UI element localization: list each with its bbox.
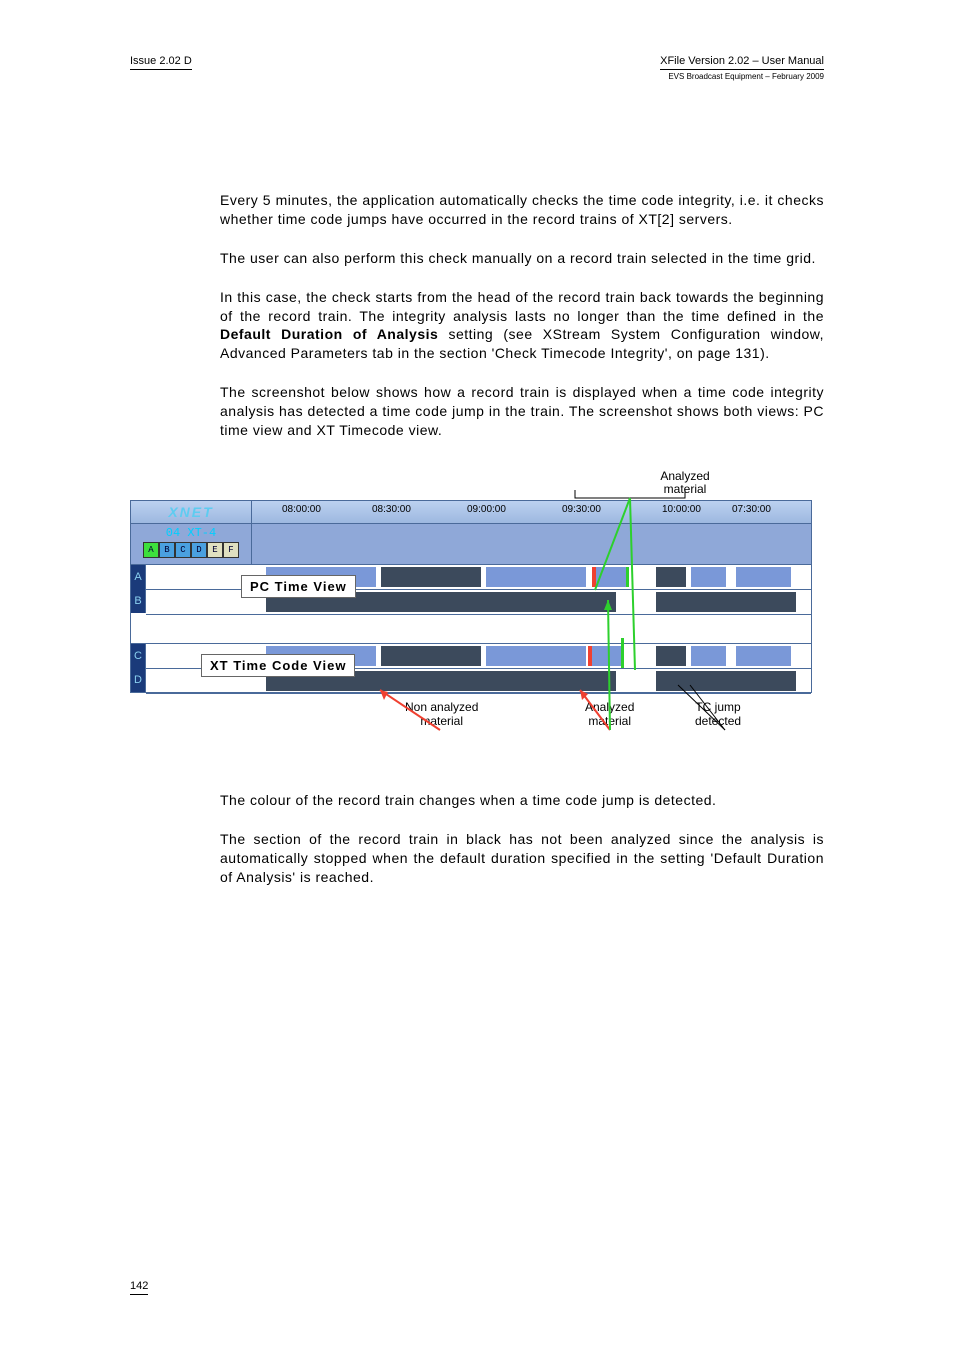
row-d: D (131, 668, 145, 692)
row-c: C (131, 644, 145, 668)
callout-tc-jump-text: TC jumpdetected (695, 700, 741, 728)
letter-a: A (143, 542, 159, 558)
tick-3: 09:30:00 (562, 504, 601, 515)
paragraph-2: The user can also perform this check man… (220, 249, 824, 268)
letter-f: F (223, 542, 239, 558)
row-a: A (131, 565, 145, 589)
p3-part-a: In this case, the check starts from the … (220, 289, 824, 324)
callout-non-analyzed-text: Non analyzedmaterial (405, 700, 478, 728)
paragraph-6: The section of the record train in black… (220, 830, 824, 887)
letter-b: B (159, 542, 175, 558)
callout-analyzed-bottom-text: Analyzedmaterial (585, 700, 634, 728)
header-subtitle: EVS Broadcast Equipment – February 2009 (660, 72, 824, 81)
callout-analyzed-top: Analyzedmaterial (560, 470, 810, 496)
paragraph-3: In this case, the check starts from the … (220, 288, 824, 364)
time-ruler: 08:00:00 08:30:00 09:00:00 09:30:00 10:0… (252, 501, 811, 523)
tick-0: 08:00:00 (282, 504, 321, 515)
tick-5: 07:30:00 (732, 504, 771, 515)
diagram-screenshot: Analyzedmaterial (130, 470, 810, 751)
page-number: 142 (130, 1280, 148, 1295)
letter-e: E (207, 542, 223, 558)
letter-c: C (175, 542, 191, 558)
xt-timecode-view-label: XT Time Code View (201, 654, 355, 677)
paragraph-4: The screenshot below shows how a record … (220, 383, 824, 440)
header-issue: Issue 2.02 D (130, 55, 192, 70)
paragraph-1: Every 5 minutes, the application automat… (220, 191, 824, 229)
tick-1: 08:30:00 (372, 504, 411, 515)
pc-time-view-label: PC Time View (241, 575, 356, 598)
row-b: B (131, 589, 145, 613)
server-name: 04 XT-4 (131, 526, 251, 540)
letter-d: D (191, 542, 207, 558)
callout-analyzed-bottom: Analyzedmaterial (585, 701, 634, 729)
tick-2: 09:00:00 (467, 504, 506, 515)
p3-setting-name: Default Duration of Analysis (220, 326, 438, 342)
xnet-label: XNET (131, 501, 252, 523)
tick-4: 10:00:00 (662, 504, 701, 515)
callout-non-analyzed: Non analyzedmaterial (405, 701, 478, 729)
callout-tc-jump: TC jumpdetected (695, 701, 741, 729)
header-title: XFile Version 2.02 – User Manual (660, 55, 824, 70)
paragraph-5: The colour of the record train changes w… (220, 791, 824, 810)
callout-analyzed-top-text: Analyzedmaterial (660, 469, 709, 496)
